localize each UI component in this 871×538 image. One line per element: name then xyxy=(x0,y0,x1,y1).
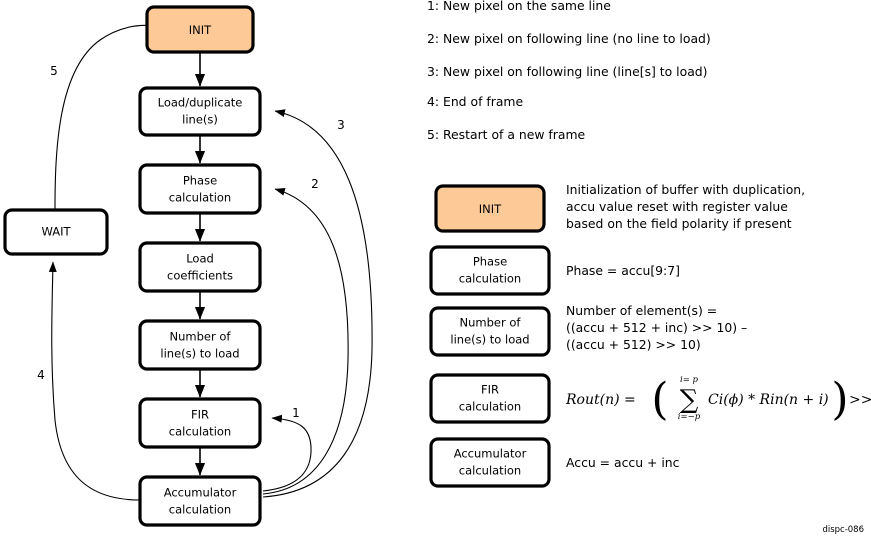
legend-init-desc-line2: accu value reset with register value xyxy=(566,199,788,214)
node-init-label: INIT xyxy=(189,23,212,37)
legend-entry-fir: FIR calculation Rout(n) = ( i= p ∑ i=−p … xyxy=(429,373,871,425)
legend-phase-desc-line1: Phase = accu[9:7] xyxy=(566,263,680,278)
node-load-duplicate[interactable]: Load/duplicate line(s) xyxy=(138,86,262,137)
node-accumulator-shape xyxy=(138,475,262,527)
edge-label-3: 3 xyxy=(337,118,345,132)
legend-entry-number-lines: Number of line(s) to load Number of elem… xyxy=(429,303,747,357)
node-load-coefficients-shape xyxy=(138,241,262,293)
node-phase-label-line1: Phase xyxy=(183,174,217,188)
node-phase-shape xyxy=(138,163,262,215)
legend-init-desc-line1: Initialization of buffer with duplicatio… xyxy=(566,182,805,197)
legend-number-lines-desc-line3: ((accu + 512) >> 10) xyxy=(566,337,701,352)
node-wait[interactable]: WAIT xyxy=(3,208,109,256)
node-phase-label-line2: calculation xyxy=(169,191,231,205)
edge-label-1: 1 xyxy=(292,406,300,420)
node-fir-label-line1: FIR xyxy=(191,408,209,422)
node-load-coefficients-label-line1: Load xyxy=(186,252,214,266)
flowchart-canvas: 1 2 3 4 5 INIT Load/duplicate line(s) Ph… xyxy=(3,0,871,535)
node-fir-shape xyxy=(138,397,262,449)
node-accumulator-label-line1: Accumulator xyxy=(164,486,237,500)
legend-transition-4: 4: End of frame xyxy=(427,94,523,109)
legend-number-lines-label-line2: line(s) to load xyxy=(450,333,529,347)
legend-phase-label-line1: Phase xyxy=(473,255,507,269)
legend-number-lines-desc-line2: ((accu + 512 + inc) >> 10) – xyxy=(566,320,747,335)
node-number-lines-label-line2: line(s) to load xyxy=(160,347,239,361)
node-accumulator[interactable]: Accumulator calculation xyxy=(138,475,262,527)
legend-fir-formula-tail: >> 7 xyxy=(849,392,871,408)
legend-fir-paren-close: ) xyxy=(831,374,848,425)
legend-accumulator-label-line1: Accumulator xyxy=(454,447,527,461)
legend-transition-5: 5: Restart of a new frame xyxy=(427,127,585,142)
edge-2-accumulator-to-phase xyxy=(262,187,349,495)
legend-fir-paren-open: ( xyxy=(651,374,668,425)
edge-4-accumulator-to-wait xyxy=(48,261,141,501)
node-fir[interactable]: FIR calculation xyxy=(138,397,262,449)
legend-fir-label-line1: FIR xyxy=(481,383,499,397)
legend-fir-label-line2: calculation xyxy=(459,400,521,414)
legend-entry-phase: Phase calculation Phase = accu[9:7] xyxy=(429,245,680,296)
node-load-coefficients-label-line2: coefficients xyxy=(167,269,233,283)
legend-fir-formula-body: Ci(ϕ) * Rin(n + i) xyxy=(708,392,829,408)
legend-fir-sum-upper: i= p xyxy=(680,375,699,385)
node-wait-label: WAIT xyxy=(41,225,71,239)
legend-transition-2: 2: New pixel on following line (no line … xyxy=(427,31,711,46)
legend-fir-formula-lhs: Rout(n) = xyxy=(565,392,636,408)
figure-id-tag: dispc-086 xyxy=(822,525,864,535)
node-number-lines[interactable]: Number of line(s) to load xyxy=(138,319,262,371)
edge-3-accumulator-to-load-duplicate xyxy=(262,109,373,498)
legend-fir-sum-lower: i=−p xyxy=(678,412,701,422)
node-number-lines-shape xyxy=(138,319,262,371)
legend-phase-label-line2: calculation xyxy=(459,272,521,286)
node-phase[interactable]: Phase calculation xyxy=(138,163,262,215)
legend-transition-3: 3: New pixel on following line (line[s] … xyxy=(427,64,708,79)
node-fir-label-line2: calculation xyxy=(169,425,231,439)
legend-accumulator-desc-line1: Accu = accu + inc xyxy=(566,455,680,470)
edge-label-4: 4 xyxy=(37,368,45,382)
legend-fir-sum-glyph: ∑ xyxy=(680,385,699,415)
legend-number-lines-label-line1: Number of xyxy=(460,316,522,330)
legend-init-label: INIT xyxy=(479,202,502,216)
edge-1-accumulator-to-fir xyxy=(262,414,312,492)
legend-accumulator-label-line2: calculation xyxy=(459,464,521,478)
legend-entry-init: INIT Initialization of buffer with dupli… xyxy=(434,182,805,233)
legend-number-lines-desc-line1: Number of element(s) = xyxy=(566,303,717,318)
legend-entry-accumulator: Accumulator calculation Accu = accu + in… xyxy=(429,437,680,488)
node-number-lines-label-line1: Number of xyxy=(170,330,232,344)
legend-init-desc-line3: based on the field polarity if present xyxy=(566,216,792,231)
node-load-duplicate-label-line2: line(s) xyxy=(182,113,218,127)
node-load-duplicate-label-line1: Load/duplicate xyxy=(158,96,243,110)
node-init[interactable]: INIT xyxy=(145,5,255,54)
node-load-coefficients[interactable]: Load coefficients xyxy=(138,241,262,293)
diagram-root: 1 2 3 4 5 INIT Load/duplicate line(s) Ph… xyxy=(0,0,871,538)
legend-transition-1: 1: New pixel on the same line xyxy=(427,0,611,13)
edge-label-5: 5 xyxy=(50,64,58,78)
edge-label-2: 2 xyxy=(311,177,319,191)
node-accumulator-label-line2: calculation xyxy=(169,503,231,517)
